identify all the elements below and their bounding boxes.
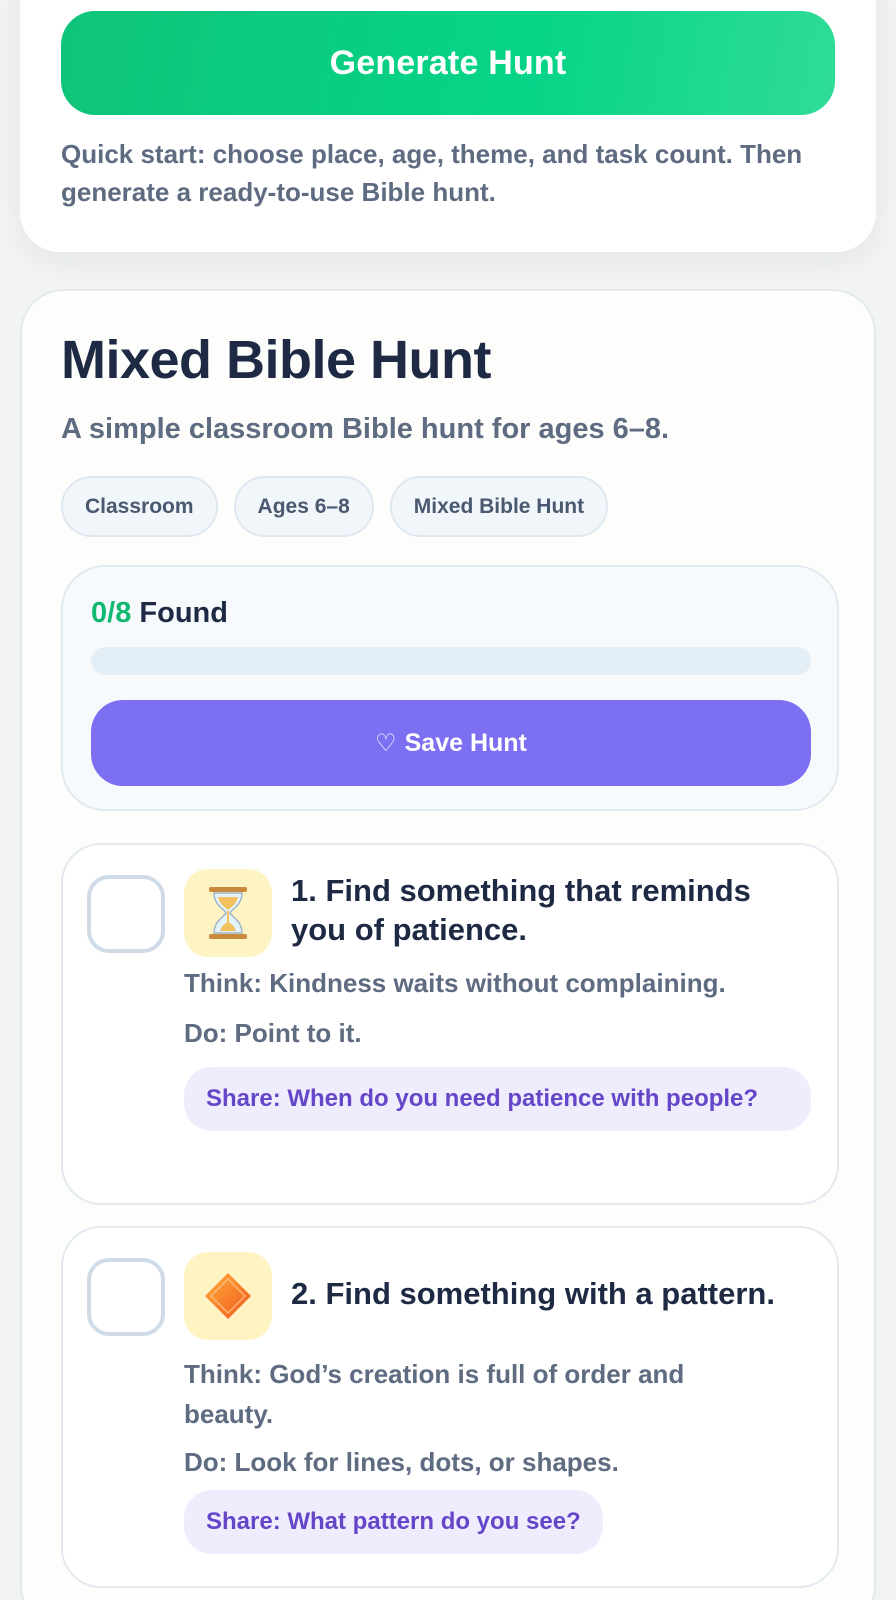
found-count: 0 bbox=[91, 597, 108, 629]
hunt-subtitle: A simple classroom Bible hunt for ages 6… bbox=[61, 413, 670, 445]
task-checkbox[interactable] bbox=[87, 1258, 165, 1336]
task-think: Think: God’s creation is full of order a… bbox=[184, 1359, 685, 1429]
progress-panel: 0/8 Found ♡ Save Hunt bbox=[61, 565, 839, 811]
heart-icon: ♡ bbox=[375, 729, 397, 757]
found-label: Found bbox=[131, 597, 228, 629]
task-think: Think: Kindness waits without complainin… bbox=[184, 968, 726, 998]
hunt-card: Mixed Bible Hunt A simple classroom Bibl… bbox=[20, 289, 876, 1600]
task-do: Do: Point to it. bbox=[184, 1018, 362, 1048]
quick-start-hint: Quick start: choose place, age, theme, a… bbox=[61, 139, 803, 207]
generate-hunt-button[interactable]: Generate Hunt bbox=[61, 11, 835, 115]
total-count: 8 bbox=[115, 597, 132, 629]
task-share: Share: When do you need patience with pe… bbox=[184, 1067, 811, 1131]
save-hunt-button[interactable]: ♡ Save Hunt bbox=[91, 700, 811, 786]
found-slash: / bbox=[107, 597, 116, 629]
hourglass-icon bbox=[184, 869, 272, 957]
diamond-icon bbox=[184, 1252, 272, 1340]
progress-bar bbox=[91, 647, 811, 675]
task-share: Share: What pattern do you see? bbox=[184, 1490, 603, 1554]
generator-card: Generate Hunt Quick start: choose place,… bbox=[20, 0, 876, 252]
tag-theme: Mixed Bible Hunt bbox=[389, 476, 609, 537]
tag-list: Classroom Ages 6–8 Mixed Bible Hunt bbox=[61, 476, 609, 537]
task-title: 1. Find something that reminds you of pa… bbox=[291, 873, 751, 947]
app-page: Generate Hunt Quick start: choose place,… bbox=[0, 0, 896, 1600]
task-title: 2. Find something with a pattern. bbox=[291, 1276, 775, 1311]
task-card: 2. Find something with a pattern. Think:… bbox=[61, 1226, 839, 1588]
found-counter: 0/8 Found bbox=[91, 597, 228, 630]
hunt-title: Mixed Bible Hunt bbox=[61, 330, 492, 390]
tag-age: Ages 6–8 bbox=[233, 476, 374, 537]
save-hunt-label: Save Hunt bbox=[404, 728, 527, 757]
task-checkbox[interactable] bbox=[87, 875, 165, 953]
tag-place: Classroom bbox=[61, 476, 218, 537]
task-do: Do: Look for lines, dots, or shapes. bbox=[184, 1447, 619, 1477]
task-card: 1. Find something that reminds you of pa… bbox=[61, 843, 839, 1205]
